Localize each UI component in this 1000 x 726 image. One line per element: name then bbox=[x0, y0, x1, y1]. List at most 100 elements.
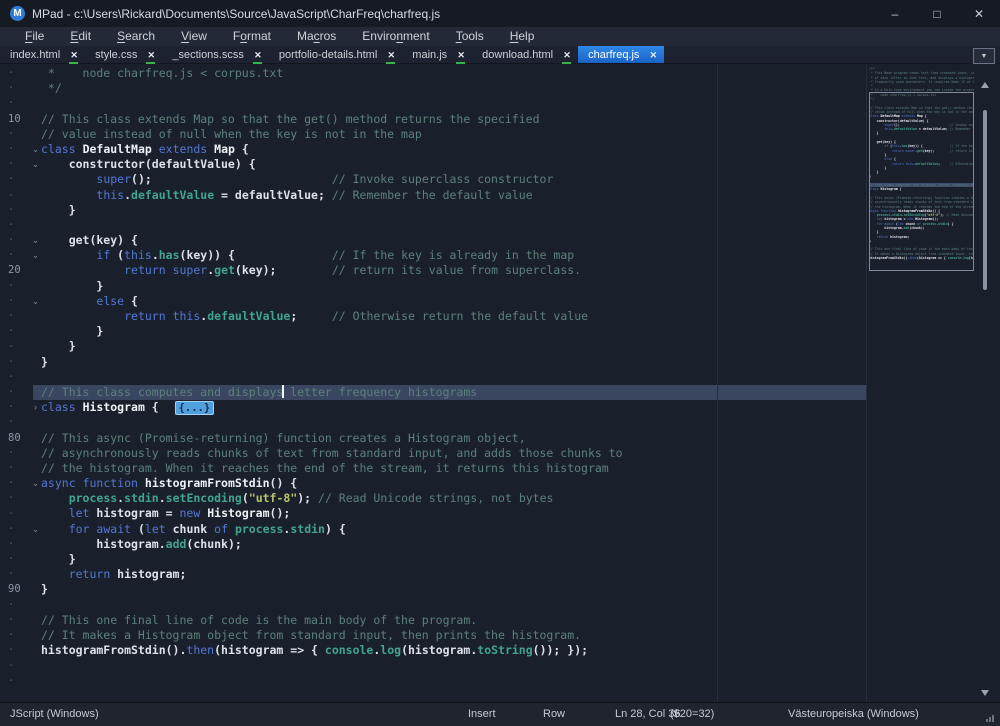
fold-open-icon[interactable]: ⌄ bbox=[30, 476, 41, 491]
folded-code-chip[interactable]: {...} bbox=[175, 401, 215, 415]
code-line-91[interactable]: · bbox=[0, 598, 866, 613]
code-token: } bbox=[41, 324, 103, 338]
code-line-24[interactable]: · } bbox=[0, 324, 866, 339]
code-text: * node charfreq.js < corpus.txt bbox=[41, 66, 283, 81]
minimize-button[interactable]: – bbox=[874, 0, 916, 27]
code-line-20[interactable]: 20 return super.get(key); // return its … bbox=[0, 263, 866, 278]
menu-item-environment[interactable]: Environment bbox=[349, 27, 442, 46]
code-line-16[interactable]: · } bbox=[0, 203, 866, 218]
menu-item-view[interactable]: View bbox=[168, 27, 220, 46]
code-line-17[interactable]: · bbox=[0, 218, 866, 233]
menu-item-format[interactable]: Format bbox=[220, 27, 284, 46]
tab-close-icon[interactable]: ✕ bbox=[648, 50, 658, 60]
code-line-11[interactable]: ·// value instead of null when the key i… bbox=[0, 127, 866, 142]
status-selection-mode[interactable]: Row bbox=[543, 703, 565, 726]
code-line-26[interactable]: ·} bbox=[0, 355, 866, 370]
code-line-9[interactable]: · bbox=[0, 96, 866, 111]
tab-_sections.scss[interactable]: _sections.scss✕ bbox=[162, 46, 269, 63]
tab-charfreq.js[interactable]: charfreq.js✕ bbox=[578, 46, 664, 63]
tab-close-icon[interactable]: ✕ bbox=[253, 50, 263, 60]
title-bar[interactable]: M MPad - c:\Users\Rickard\Documents\Sour… bbox=[0, 0, 1000, 27]
tab-download.html[interactable]: download.html✕ bbox=[472, 46, 578, 63]
code-line-79[interactable]: · bbox=[0, 415, 866, 430]
code-line-83[interactable]: ·⌄async function histogramFromStdin() { bbox=[0, 476, 866, 491]
fold-open-icon[interactable]: ⌄ bbox=[30, 233, 41, 248]
status-insert-mode[interactable]: Insert bbox=[468, 703, 496, 726]
tab-main.js[interactable]: main.js✕ bbox=[402, 46, 472, 63]
menu-item-edit[interactable]: Edit bbox=[57, 27, 104, 46]
code-line-86[interactable]: ·⌄ for await (let chunk of process.stdin… bbox=[0, 522, 866, 537]
code-text: else { bbox=[41, 294, 138, 309]
code-line-12[interactable]: ·⌄class DefaultMap extends Map { bbox=[0, 142, 866, 157]
fold-open-icon[interactable]: ⌄ bbox=[30, 248, 41, 263]
code-line-84[interactable]: · process.stdin.setEncoding("utf-8"); //… bbox=[0, 491, 866, 506]
line-number: · bbox=[0, 294, 30, 309]
scroll-down-icon[interactable] bbox=[981, 690, 989, 696]
code-line-93[interactable]: ·// It makes a Histogram object from sta… bbox=[0, 628, 866, 643]
fold-open-icon[interactable]: ⌄ bbox=[30, 157, 41, 172]
code-line-28[interactable]: ·// This class computes and displays let… bbox=[0, 385, 866, 400]
code-line-95[interactable]: - bbox=[0, 658, 866, 673]
vertical-scrollbar[interactable] bbox=[977, 64, 994, 702]
fold-open-icon[interactable]: ⌄ bbox=[30, 522, 41, 537]
fold-open-icon[interactable]: ⌄ bbox=[30, 294, 41, 309]
line-number: · bbox=[0, 127, 30, 142]
code-line-22[interactable]: ·⌄ else { bbox=[0, 294, 866, 309]
code-line-81[interactable]: ·// asynchronously reads chunks of text … bbox=[0, 446, 866, 461]
code-line-82[interactable]: ·// the histogram. When it reaches the e… bbox=[0, 461, 866, 476]
code-line-13[interactable]: ·⌄ constructor(defaultValue) { bbox=[0, 157, 866, 172]
minimap[interactable]: /** * This Node program reads text from … bbox=[869, 67, 974, 697]
code-line-7[interactable]: · * node charfreq.js < corpus.txt bbox=[0, 66, 866, 81]
tab-overflow-button[interactable]: ▼ bbox=[973, 48, 995, 64]
status-language[interactable]: JScript (Windows) bbox=[10, 703, 99, 726]
fold-closed-icon[interactable]: › bbox=[30, 400, 41, 415]
tab-close-icon[interactable]: ✕ bbox=[456, 50, 466, 60]
tab-close-icon[interactable]: ✕ bbox=[562, 50, 572, 60]
code-line-15[interactable]: - this.defaultValue = defaultValue; // R… bbox=[0, 188, 866, 203]
code-token: // If the key is already in the map bbox=[332, 248, 574, 262]
fold-open-icon[interactable]: ⌄ bbox=[30, 142, 41, 157]
code-line-89[interactable]: · return histogram; bbox=[0, 567, 866, 582]
menu-item-search[interactable]: Search bbox=[104, 27, 168, 46]
menu-item-file[interactable]: File bbox=[12, 27, 57, 46]
code-line-29[interactable]: ·›class Histogram { {...} bbox=[0, 400, 866, 415]
code-line-90[interactable]: 90} bbox=[0, 582, 866, 597]
tab-index.html[interactable]: index.html✕ bbox=[0, 46, 85, 63]
code-line-25[interactable]: - } bbox=[0, 339, 866, 354]
resize-grip-icon[interactable] bbox=[986, 715, 994, 722]
code-token: let bbox=[69, 506, 90, 520]
code-line-85[interactable]: - let histogram = new Histogram(); bbox=[0, 506, 866, 521]
minimap-token: then bbox=[909, 256, 917, 260]
code-line-92[interactable]: ·// This one final line of code is the m… bbox=[0, 613, 866, 628]
code-line-96[interactable]: · bbox=[0, 674, 866, 689]
tab-close-icon[interactable]: ✕ bbox=[146, 50, 156, 60]
code-line-80[interactable]: 80// This async (Promise-returning) func… bbox=[0, 431, 866, 446]
code-line-18[interactable]: ·⌄ get(key) { bbox=[0, 233, 866, 248]
code-line-8[interactable]: · */ bbox=[0, 81, 866, 96]
status-encoding[interactable]: Västeuropeiska (Windows) bbox=[788, 703, 919, 726]
scrollbar-thumb[interactable] bbox=[983, 110, 987, 290]
code-line-14[interactable]: · super(); // Invoke superclass construc… bbox=[0, 172, 866, 187]
menu-item-help[interactable]: Help bbox=[497, 27, 548, 46]
code-line-88[interactable]: · } bbox=[0, 552, 866, 567]
code-line-10[interactable]: 10// This class extends Map so that the … bbox=[0, 112, 866, 127]
code-text: if (this.has(key)) { // If the key is al… bbox=[41, 248, 574, 263]
code-token: class bbox=[41, 400, 76, 414]
menu-item-tools[interactable]: Tools bbox=[443, 27, 497, 46]
editor-area[interactable]: · * node charfreq.js < corpus.txt· */·10… bbox=[0, 64, 1000, 702]
code-line-19[interactable]: ·⌄ if (this.has(key)) { // If the key is… bbox=[0, 248, 866, 263]
code-line-94[interactable]: ·histogramFromStdin().then(histogram => … bbox=[0, 643, 866, 658]
maximize-button[interactable]: □ bbox=[916, 0, 958, 27]
code-line-21[interactable]: · } bbox=[0, 279, 866, 294]
scroll-up-icon[interactable] bbox=[981, 82, 989, 88]
tab-portfolio-details.html[interactable]: portfolio-details.html✕ bbox=[269, 46, 402, 63]
code-line-23[interactable]: · return this.defaultValue; // Otherwise… bbox=[0, 309, 866, 324]
tab-style.css[interactable]: style.css✕ bbox=[85, 46, 162, 63]
code-line-27[interactable]: · bbox=[0, 370, 866, 385]
code-line-87[interactable]: · histogram.add(chunk); bbox=[0, 537, 866, 552]
menu-item-macros[interactable]: Macros bbox=[284, 27, 349, 46]
close-button[interactable]: ✕ bbox=[958, 0, 1000, 27]
code-token bbox=[41, 172, 96, 186]
tab-close-icon[interactable]: ✕ bbox=[69, 50, 79, 60]
tab-close-icon[interactable]: ✕ bbox=[386, 50, 396, 60]
